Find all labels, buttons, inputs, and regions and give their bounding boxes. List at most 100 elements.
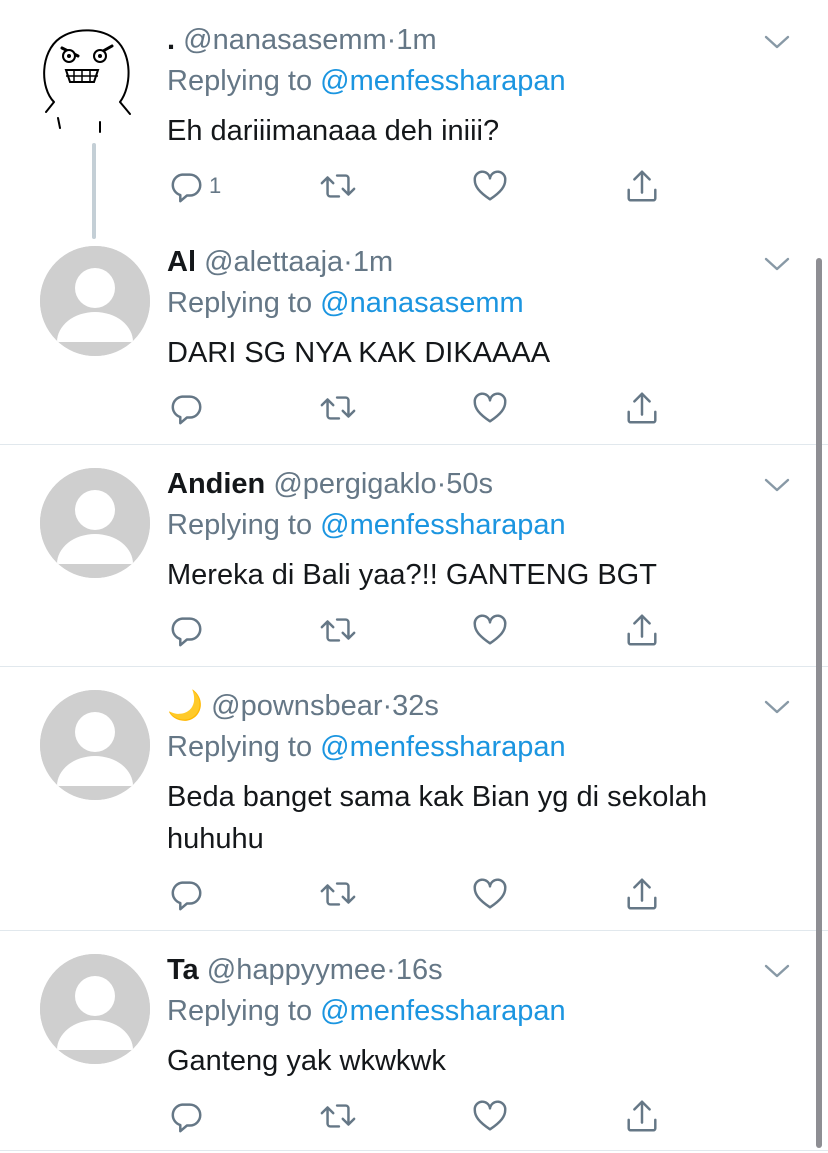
retweet-icon (319, 611, 357, 649)
retweet-icon (319, 167, 357, 205)
chevron-down-icon[interactable] (762, 961, 792, 981)
replying-label: Replying to (167, 731, 313, 763)
avatar[interactable] (40, 468, 150, 578)
mention-link[interactable]: @menfessharapan (320, 65, 565, 97)
retweet-icon (319, 1097, 357, 1135)
display-name[interactable]: Ta (167, 954, 199, 986)
mention-link[interactable]: @nanasasemm (320, 287, 524, 319)
thread-line (92, 143, 96, 239)
share-button[interactable] (623, 874, 661, 914)
username[interactable]: @happyymee (207, 954, 386, 986)
timestamp[interactable]: 50s (446, 468, 493, 500)
separator-dot: · (386, 954, 396, 986)
tweet-3[interactable]: Andien @pergigaklo·50s Replying to @menf… (0, 445, 828, 666)
chevron-down-icon[interactable] (762, 697, 792, 717)
timestamp[interactable]: 32s (392, 690, 439, 722)
tweet-text: DARI SG NYA KAK DIKAAAA (167, 337, 551, 369)
chevron-down-icon[interactable] (762, 475, 792, 495)
reply-button[interactable] (167, 1096, 205, 1136)
timestamp[interactable]: 1m (396, 24, 436, 56)
heart-icon (471, 389, 509, 427)
replying-label: Replying to (167, 287, 313, 319)
replying-label: Replying to (167, 995, 313, 1027)
username[interactable]: @alettaaja (204, 246, 343, 278)
reply-button[interactable] (167, 388, 205, 428)
retweet-button[interactable] (319, 610, 357, 650)
action-bar (167, 388, 667, 428)
heart-icon (471, 167, 509, 205)
retweet-icon (319, 875, 357, 913)
reply-count: 1 (209, 173, 222, 198)
share-icon (623, 1097, 661, 1135)
tweet-header: 🌙 @pownsbear·32s (167, 689, 439, 723)
replying-to: Replying to @menfessharapan (167, 508, 566, 542)
mention-link[interactable]: @menfessharapan (320, 731, 565, 763)
reply-icon (167, 167, 205, 205)
default-avatar-icon (40, 954, 150, 1064)
like-button[interactable] (471, 166, 509, 206)
retweet-button[interactable] (319, 1096, 357, 1136)
scrollbar[interactable] (816, 258, 822, 1148)
reply-button[interactable] (167, 874, 205, 914)
action-bar (167, 610, 667, 650)
divider (0, 1150, 828, 1151)
like-button[interactable] (471, 610, 509, 650)
heart-icon (471, 875, 509, 913)
display-name[interactable]: 🌙 (167, 690, 203, 722)
mention-link[interactable]: @menfessharapan (320, 995, 565, 1027)
avatar[interactable] (36, 22, 136, 142)
username[interactable]: @pergigaklo (273, 468, 436, 500)
replying-to: Replying to @menfessharapan (167, 64, 566, 98)
like-button[interactable] (471, 874, 509, 914)
avatar[interactable] (40, 246, 150, 356)
tweet-2[interactable]: Al @alettaaja·1m Replying to @nanasasemm… (0, 230, 828, 444)
share-button[interactable] (623, 388, 661, 428)
replying-label: Replying to (167, 509, 313, 541)
display-name[interactable]: Al (167, 246, 196, 278)
share-button[interactable] (623, 166, 661, 206)
timestamp[interactable]: 16s (396, 954, 443, 986)
replying-to: Replying to @menfessharapan (167, 730, 566, 764)
chevron-down-icon[interactable] (762, 254, 792, 274)
like-button[interactable] (471, 1096, 509, 1136)
separator-dot: · (386, 24, 397, 56)
separator-dot: · (343, 246, 353, 278)
display-name[interactable]: Andien (167, 468, 265, 500)
default-avatar-icon (40, 468, 150, 578)
reply-button[interactable]: 1 (167, 166, 221, 206)
share-icon (623, 167, 661, 205)
avatar[interactable] (40, 954, 150, 1064)
display-name[interactable]: . (167, 24, 175, 56)
action-bar (167, 874, 667, 914)
tweet-1[interactable]: . @nanasasemm·1m Replying to @menfesshar… (0, 0, 828, 239)
retweet-button[interactable] (319, 388, 357, 428)
username[interactable]: @nanasasemm (183, 24, 387, 56)
mention-link[interactable]: @menfessharapan (320, 509, 565, 541)
share-button[interactable] (623, 610, 661, 650)
default-avatar-icon (40, 690, 150, 800)
tweet-text: Mereka di Bali yaa?!! GANTENG BGT (167, 559, 657, 591)
retweet-button[interactable] (319, 874, 357, 914)
tweet-4[interactable]: 🌙 @pownsbear·32s Replying to @menfesshar… (0, 667, 828, 930)
tweet-5[interactable]: Ta @happyymee·16s Replying to @menfessha… (0, 931, 828, 1153)
username[interactable]: @pownsbear (211, 690, 382, 722)
share-button[interactable] (623, 1096, 661, 1136)
replying-to: Replying to @nanasasemm (167, 286, 524, 320)
chevron-down-icon[interactable] (762, 32, 792, 52)
reply-icon (167, 1097, 205, 1135)
action-bar: 1 (167, 166, 667, 206)
separator-dot: · (436, 468, 447, 500)
share-icon (623, 875, 661, 913)
tweet-header: . @nanasasemm·1m (167, 23, 437, 57)
tweet-text: Beda banget sama kak Bian yg di sekolah … (167, 781, 708, 855)
timestamp[interactable]: 1m (353, 246, 393, 278)
avatar[interactable] (40, 690, 150, 800)
retweet-button[interactable] (319, 166, 357, 206)
tweet-header: Al @alettaaja·1m (167, 245, 393, 279)
reply-icon (167, 389, 205, 427)
reply-button[interactable] (167, 610, 205, 650)
default-avatar-icon (40, 246, 150, 356)
heart-icon (471, 611, 509, 649)
like-button[interactable] (471, 388, 509, 428)
action-bar (167, 1096, 667, 1136)
